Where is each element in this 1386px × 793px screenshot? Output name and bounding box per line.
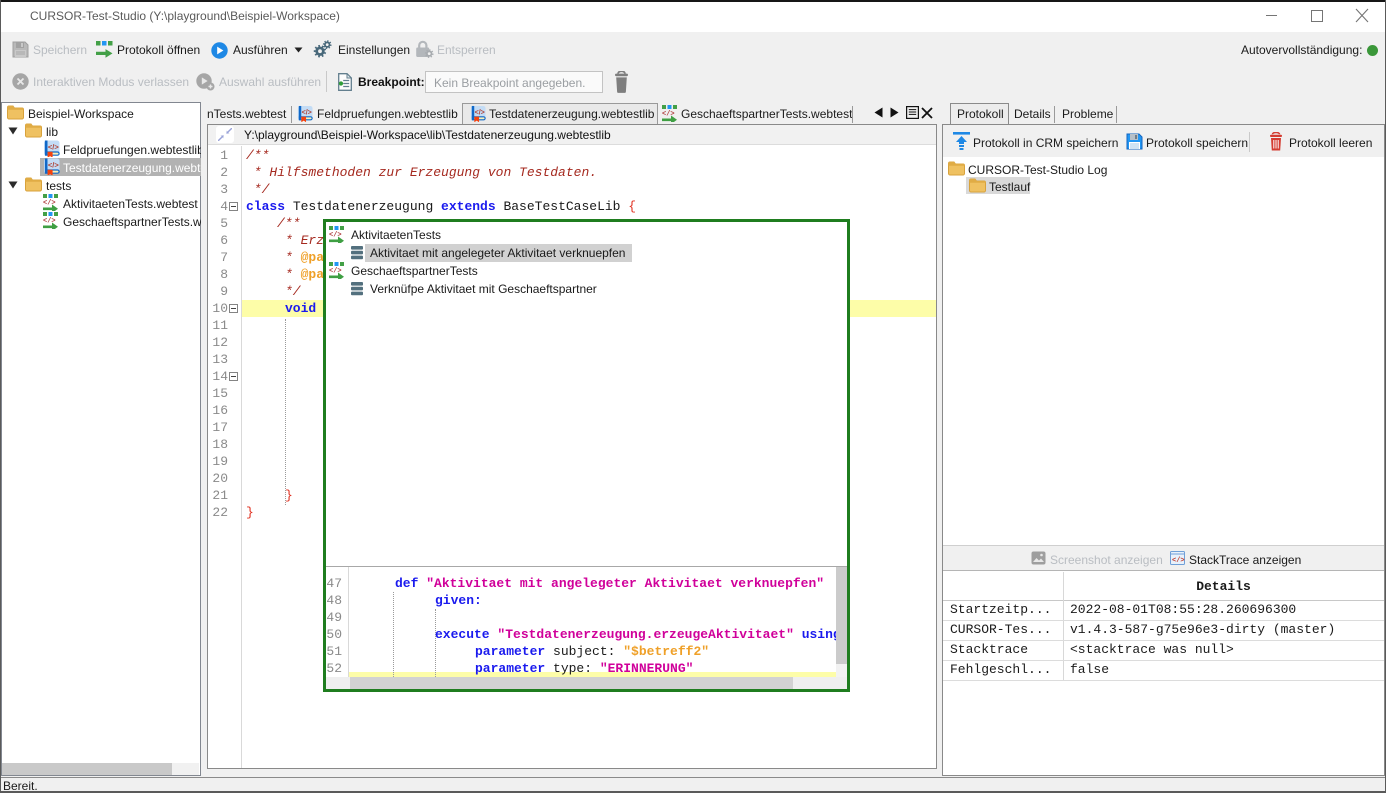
svg-text:</>: </> xyxy=(1172,557,1185,565)
svg-text:</>: </> xyxy=(302,110,312,117)
svg-text:</>: </> xyxy=(48,143,59,152)
svg-text:</>: </> xyxy=(48,161,59,170)
svg-text:</>: </> xyxy=(475,110,485,117)
